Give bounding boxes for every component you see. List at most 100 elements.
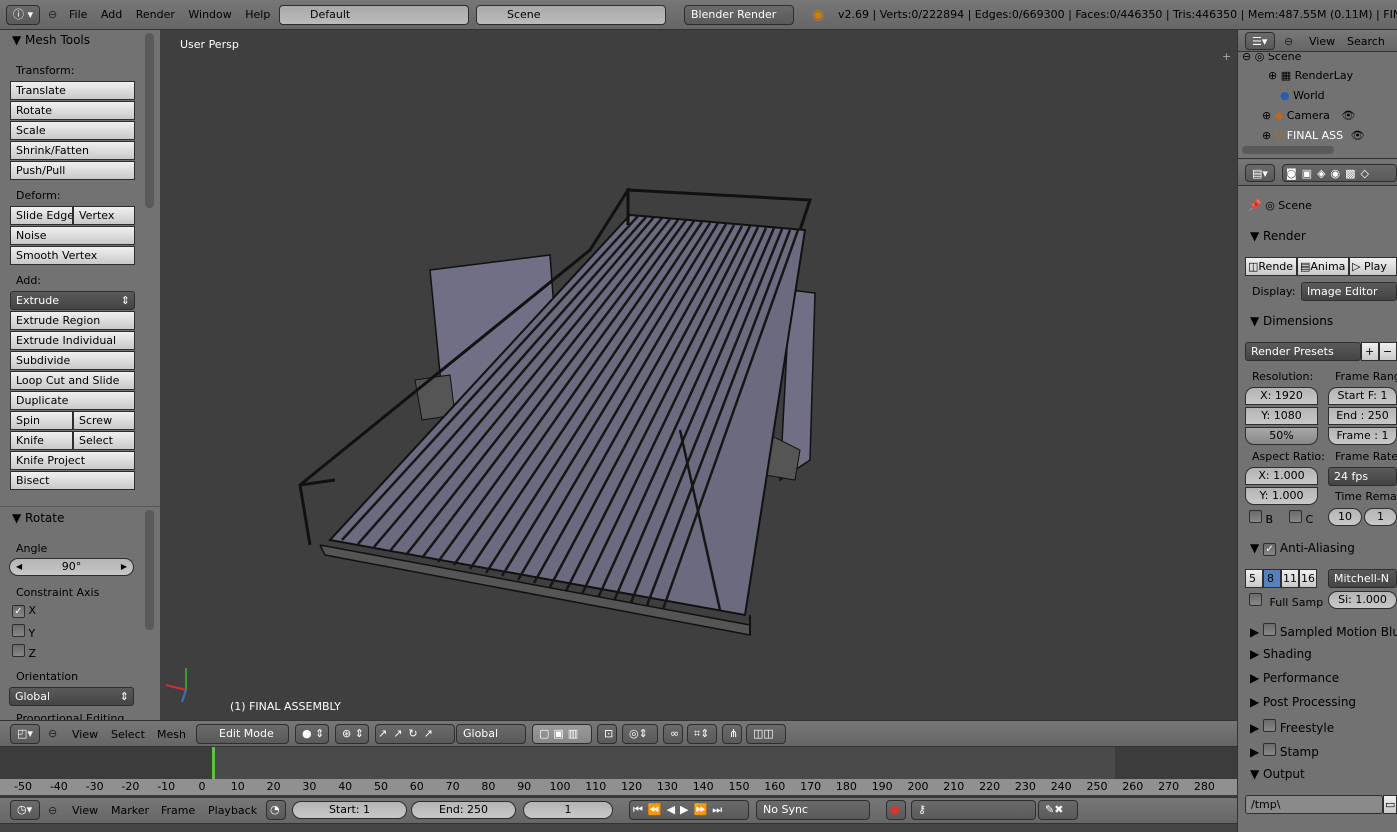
aa-samples-5[interactable]: 5	[1245, 569, 1263, 588]
sync-dropdown[interactable]: No Sync	[756, 800, 870, 820]
translate-button[interactable]: Translate	[10, 81, 135, 100]
performance-panel-header[interactable]: ▶ Performance	[1250, 671, 1339, 685]
stamp-panel-header[interactable]: ▶ Stamp	[1250, 743, 1319, 759]
menu-mesh[interactable]: Mesh	[157, 728, 186, 741]
scene-selector[interactable]: Scene	[476, 5, 666, 25]
anti-aliasing-panel-header[interactable]: ▼ ✓ Anti-Aliasing	[1250, 541, 1355, 556]
collapse-menu-icon[interactable]: ⊖	[48, 8, 57, 21]
proportional-edit-dropdown[interactable]: ◎⇕	[622, 724, 658, 744]
record-button[interactable]: ●	[886, 800, 906, 820]
aa-filter-dropdown[interactable]: Mitchell-N	[1328, 569, 1397, 588]
frame-step-field[interactable]: Frame : 1	[1328, 427, 1397, 445]
timeline-menu-marker[interactable]: Marker	[111, 804, 149, 817]
extrude-dropdown[interactable]: Extrude ⇕	[10, 291, 135, 310]
3d-editor-type-button[interactable]: ◰▾	[10, 724, 40, 744]
shading-panel-header[interactable]: ▶ Shading	[1250, 647, 1312, 661]
smooth-vertex-button[interactable]: Smooth Vertex	[10, 246, 135, 265]
render-presets-dropdown[interactable]: Render Presets	[1245, 342, 1361, 361]
timeline-menu-playback[interactable]: Playback	[208, 804, 257, 817]
collapse-menu-icon[interactable]: ⊖	[1284, 35, 1293, 48]
resolution-percentage-slider[interactable]: 50%	[1245, 427, 1318, 445]
outliner-item-final-assembly[interactable]: ⊕ ▽ FINAL ASS 👁	[1262, 129, 1365, 142]
outliner-item-scene[interactable]: ⊖ ◎ Scene	[1242, 53, 1301, 63]
keyframe-buttons[interactable]: ✎✖	[1038, 800, 1078, 820]
playback-controls[interactable]: ⏮⏪◀▶⏩⏭	[629, 800, 749, 820]
collapse-menu-icon[interactable]: ⊖	[48, 804, 57, 817]
post-processing-panel-header[interactable]: ▶ Post Processing	[1250, 695, 1356, 709]
aa-filter-size-field[interactable]: Si: 1.000	[1328, 591, 1397, 609]
render-view-buttons[interactable]: ◫◫	[746, 724, 786, 744]
axis-z-checkbox[interactable]: Z	[12, 644, 36, 660]
freestyle-panel-header[interactable]: ▶ Freestyle	[1250, 719, 1334, 735]
menu-window[interactable]: Window	[188, 8, 231, 21]
preview-range-button[interactable]: ◔	[266, 800, 286, 820]
layout-selector[interactable]: Default	[279, 5, 469, 25]
aa-samples-11[interactable]: 11	[1281, 569, 1299, 588]
visibility-eye-icon[interactable]: 👁	[1351, 129, 1365, 142]
loop-cut-button[interactable]: Loop Cut and Slide	[10, 371, 135, 390]
output-path-field[interactable]: /tmp\	[1245, 795, 1383, 814]
tool-shelf-scrollbar[interactable]	[145, 33, 154, 208]
duplicate-button[interactable]: Duplicate	[10, 391, 135, 410]
outliner-menu-search[interactable]: Search	[1347, 35, 1385, 48]
end-frame-prop-field[interactable]: End : 250	[1328, 407, 1397, 425]
collapse-menu-icon[interactable]: ⊖	[48, 727, 57, 740]
vertex-button[interactable]: Vertex	[73, 206, 135, 225]
aa-samples-16[interactable]: 16	[1299, 569, 1317, 588]
rotate-op-header[interactable]: ▼ Rotate	[12, 511, 64, 525]
extrude-region-button[interactable]: Extrude Region	[10, 311, 135, 330]
outliner-scrollbar[interactable]	[1242, 146, 1334, 154]
keying-set-field[interactable]: ⚷	[911, 800, 1036, 820]
remove-preset-button[interactable]: −	[1379, 342, 1397, 361]
extrude-individual-button[interactable]: Extrude Individual	[10, 331, 135, 350]
motion-blur-panel-header[interactable]: ▶ Sampled Motion Blur	[1250, 623, 1397, 639]
timeline-menu-view[interactable]: View	[72, 804, 98, 817]
orientation-dropdown[interactable]: Global ⇕	[9, 687, 134, 706]
render-image-button[interactable]: ◫Rende	[1245, 257, 1297, 276]
timeline-menu-frame[interactable]: Frame	[161, 804, 195, 817]
knife-button[interactable]: Knife	[10, 431, 73, 450]
outliner-item-renderlayers[interactable]: ⊕ ▦ RenderLay	[1268, 69, 1353, 82]
folder-browse-icon[interactable]: ▭	[1383, 795, 1397, 814]
bisect-button[interactable]: Bisect	[10, 471, 135, 490]
time-remap-new-field[interactable]: 1	[1364, 508, 1397, 526]
crop-checkbox[interactable]: C	[1289, 510, 1313, 526]
rotate-button[interactable]: Rotate	[10, 101, 135, 120]
properties-editor-type-button[interactable]: ▤▾	[1245, 164, 1275, 182]
aspect-x-field[interactable]: X: 1.000	[1245, 467, 1318, 485]
shading-dropdown[interactable]: ● ⇕	[295, 724, 329, 744]
menu-add[interactable]: Add	[101, 8, 122, 21]
aspect-y-field[interactable]: Y: 1.000	[1245, 487, 1318, 505]
dimensions-panel-header[interactable]: ▼ Dimensions	[1250, 314, 1333, 328]
start-frame-field[interactable]: Start: 1	[292, 801, 407, 819]
end-frame-field[interactable]: End: 250	[411, 801, 516, 819]
subdivide-button[interactable]: Subdivide	[10, 351, 135, 370]
menu-help[interactable]: Help	[245, 8, 270, 21]
outliner-editor-type-button[interactable]: ☰▾	[1245, 32, 1275, 50]
render-engine-dropdown[interactable]: Blender Render	[684, 5, 794, 25]
visibility-eye-icon[interactable]: 👁	[1341, 109, 1355, 122]
time-remap-old-field[interactable]: 10	[1328, 508, 1362, 526]
angle-field[interactable]: ◀ 90° ▶	[9, 558, 134, 576]
spin-button[interactable]: Spin	[10, 411, 73, 430]
manipulator-buttons[interactable]: ↗↗↻↗	[375, 724, 455, 744]
select-mode-buttons[interactable]: ▢▣▥	[532, 724, 592, 744]
current-frame-field[interactable]: 1	[523, 801, 613, 819]
mesh-options-button[interactable]: ∞	[663, 724, 683, 744]
mode-dropdown[interactable]: Edit Mode	[196, 724, 289, 744]
push-pull-button[interactable]: Push/Pull	[10, 161, 135, 180]
render-animation-button[interactable]: ▤Anima	[1297, 257, 1349, 276]
full-sample-checkbox[interactable]: Full Samp	[1249, 593, 1323, 609]
menu-render[interactable]: Render	[136, 8, 175, 21]
editor-type-button[interactable]: ⓘ ▾	[6, 5, 40, 25]
start-frame-prop-field[interactable]: Start F: 1	[1328, 387, 1397, 405]
current-frame-marker[interactable]	[212, 747, 215, 779]
slide-edge-button[interactable]: Slide Edge	[10, 206, 73, 225]
operator-scrollbar[interactable]	[145, 510, 154, 630]
noise-button[interactable]: Noise	[10, 226, 135, 245]
scale-button[interactable]: Scale	[10, 121, 135, 140]
screw-button[interactable]: Screw	[73, 411, 135, 430]
knife-project-button[interactable]: Knife Project	[10, 451, 135, 470]
transform-orientation-dropdown[interactable]: Global	[456, 724, 526, 744]
snap-element-button[interactable]: ⋔	[722, 724, 742, 744]
